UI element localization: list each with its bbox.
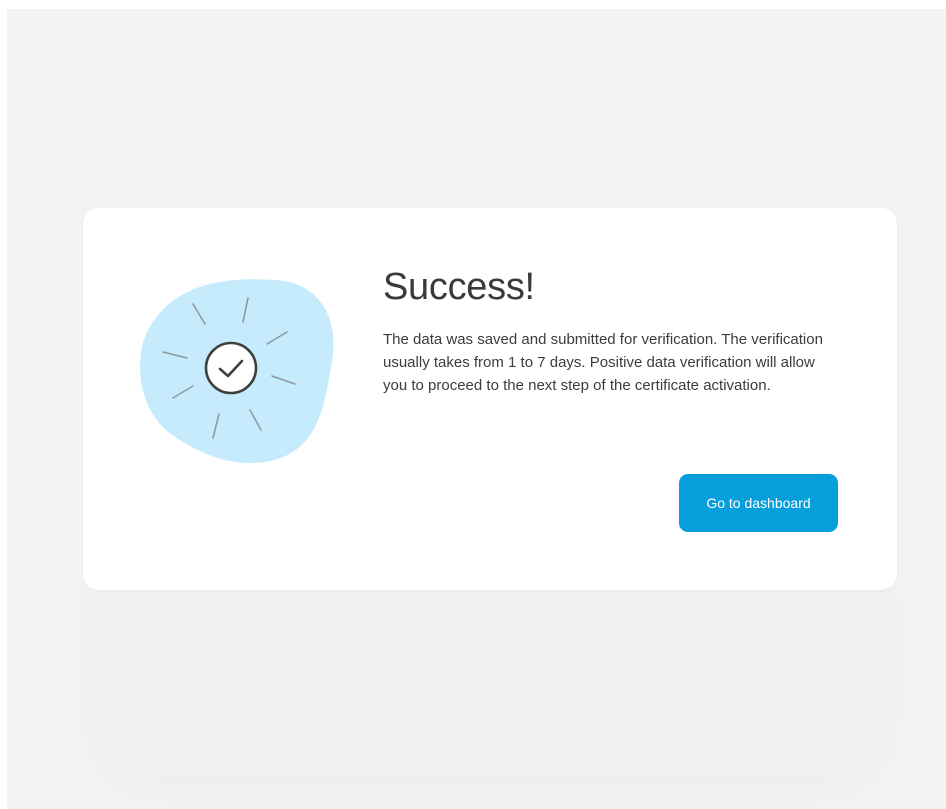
success-card: Success! The data was saved and submitte…	[83, 208, 897, 590]
background-panel	[96, 560, 886, 780]
left-edge	[0, 9, 7, 809]
success-illustration	[135, 272, 345, 472]
success-title: Success!	[383, 266, 535, 308]
top-bar	[0, 0, 946, 9]
check-circle-icon	[204, 341, 258, 395]
success-message: The data was saved and submitted for ver…	[383, 331, 823, 394]
go-to-dashboard-button[interactable]: Go to dashboard	[679, 474, 838, 532]
